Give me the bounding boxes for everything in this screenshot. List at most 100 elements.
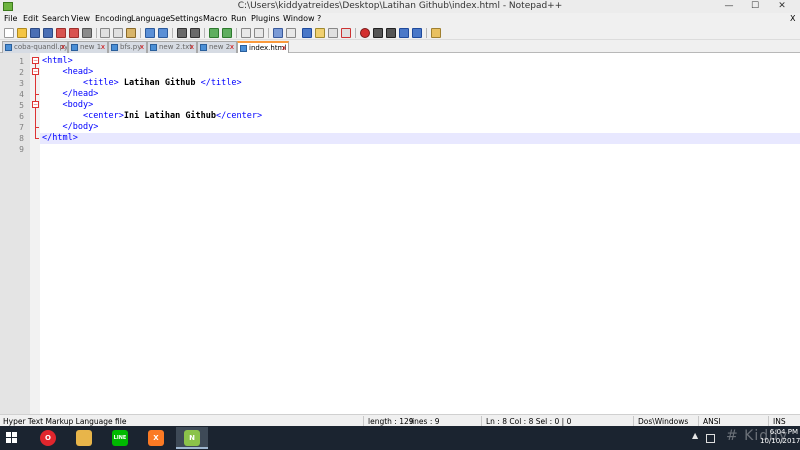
indent-guide-icon[interactable]	[302, 28, 312, 38]
status-separator	[698, 416, 699, 426]
zoom-in-icon[interactable]	[209, 28, 219, 38]
function-list-icon[interactable]	[341, 28, 351, 38]
menu-help[interactable]: ?	[317, 14, 321, 23]
tab-coba-quandl[interactable]: coba-quandl.py x	[2, 41, 68, 53]
redo-icon[interactable]	[158, 28, 168, 38]
fold-toggle-head[interactable]: −	[32, 68, 39, 75]
taskbar-notepad-plus-plus[interactable]: N	[176, 427, 208, 449]
status-eol[interactable]: Dos\Windows	[638, 417, 688, 426]
menu-view[interactable]: View	[71, 14, 90, 23]
line-number: 8	[19, 134, 24, 143]
tab-index-html[interactable]: index.html x	[237, 41, 289, 53]
xampp-icon: X	[148, 430, 164, 446]
save-icon[interactable]	[30, 28, 40, 38]
title-bar: C:\Users\kiddyatreides\Desktop\Latihan G…	[0, 0, 800, 13]
tab-new-2-txt[interactable]: new 2.txt x	[147, 41, 197, 53]
toolbar-separator	[96, 28, 97, 38]
taskbar-xampp[interactable]: X	[140, 427, 172, 449]
network-icon[interactable]	[706, 434, 715, 443]
play-macro-icon[interactable]	[386, 28, 396, 38]
menu-encoding[interactable]: Encoding	[95, 14, 132, 23]
status-separator	[481, 416, 482, 426]
status-insert-mode[interactable]: INS	[773, 417, 786, 426]
file-icon	[111, 44, 118, 51]
taskbar-opera[interactable]: O	[32, 427, 64, 449]
tab-close-icon[interactable]: x	[282, 43, 286, 53]
print-icon[interactable]	[82, 28, 92, 38]
document-map-icon[interactable]	[328, 28, 338, 38]
folder-as-workspace-icon[interactable]	[315, 28, 325, 38]
tab-label: new 2	[209, 43, 231, 51]
tab-close-icon[interactable]: x	[61, 42, 65, 52]
tab-close-icon[interactable]: x	[230, 42, 234, 52]
code-line: <head>	[42, 67, 93, 77]
code-editor[interactable]: 1 2 3 4 5 6 7 8 9 − − − <html> <head> <t…	[0, 53, 800, 414]
close-document-button[interactable]: X	[790, 14, 795, 23]
tray-expand-icon[interactable]: ▲	[692, 431, 698, 440]
plugin-icon[interactable]	[431, 28, 441, 38]
menu-macro[interactable]: Macro	[203, 14, 227, 23]
tab-close-icon[interactable]: x	[101, 42, 105, 52]
run-macro-multiple-icon[interactable]	[399, 28, 409, 38]
tab-label: index.html	[249, 44, 287, 52]
toolbar-separator	[355, 28, 356, 38]
minimize-button[interactable]: —	[717, 0, 741, 13]
tab-new-1[interactable]: new 1 x	[68, 41, 108, 53]
status-file-type: Hyper Text Markup Language file	[3, 417, 127, 426]
maximize-button[interactable]: ☐	[743, 0, 767, 13]
taskbar-file-explorer[interactable]	[68, 427, 100, 449]
tab-close-icon[interactable]: x	[140, 42, 144, 52]
zoom-out-icon[interactable]	[222, 28, 232, 38]
line-number: 1	[19, 57, 24, 66]
code-line: <html>	[42, 56, 73, 66]
close-file-icon[interactable]	[56, 28, 66, 38]
current-line-highlight	[40, 133, 800, 144]
stop-macro-icon[interactable]	[373, 28, 383, 38]
paste-icon[interactable]	[126, 28, 136, 38]
fold-end-marker	[35, 94, 39, 95]
sync-vertical-icon[interactable]	[241, 28, 251, 38]
tab-new-2[interactable]: new 2 x	[197, 41, 237, 53]
menu-search[interactable]: Search	[42, 14, 69, 23]
sync-horizontal-icon[interactable]	[254, 28, 264, 38]
save-macro-icon[interactable]	[412, 28, 422, 38]
line-number: 4	[19, 90, 24, 99]
fold-toggle-html[interactable]: −	[32, 57, 39, 64]
record-macro-icon[interactable]	[360, 28, 370, 38]
replace-icon[interactable]	[190, 28, 200, 38]
status-lines: lines : 9	[410, 417, 440, 426]
fold-toggle-body[interactable]: −	[32, 101, 39, 108]
undo-icon[interactable]	[145, 28, 155, 38]
code-line: <title> Latihan Github </title>	[42, 78, 242, 88]
line-number: 7	[19, 123, 24, 132]
show-all-chars-icon[interactable]	[286, 28, 296, 38]
taskbar: O LINE X N ▲ 6:04 PM 10/10/2017	[0, 426, 800, 450]
html-tag: </head>	[62, 89, 99, 99]
windows-start-icon[interactable]	[6, 432, 18, 444]
copy-icon[interactable]	[113, 28, 123, 38]
close-button[interactable]: ✕	[770, 0, 794, 13]
status-length: length : 129	[368, 417, 414, 426]
find-icon[interactable]	[177, 28, 187, 38]
new-file-icon[interactable]	[4, 28, 14, 38]
menu-settings[interactable]: Settings	[170, 14, 203, 23]
taskbar-line[interactable]: LINE	[104, 427, 136, 449]
menu-plugins[interactable]: Plugins	[251, 14, 280, 23]
code-line: </html>	[42, 133, 78, 143]
menu-edit[interactable]: Edit	[23, 14, 39, 23]
html-tag: <title>	[82, 78, 119, 88]
menu-language[interactable]: Language	[131, 14, 170, 23]
word-wrap-icon[interactable]	[273, 28, 283, 38]
file-icon	[71, 44, 78, 51]
watermark-text: # Kiddy	[726, 428, 789, 444]
tab-close-icon[interactable]: x	[190, 42, 194, 52]
menu-run[interactable]: Run	[231, 14, 246, 23]
menu-window[interactable]: Window	[283, 14, 315, 23]
cut-icon[interactable]	[100, 28, 110, 38]
status-encoding[interactable]: ANSI	[703, 417, 721, 426]
open-file-icon[interactable]	[17, 28, 27, 38]
save-all-icon[interactable]	[43, 28, 53, 38]
close-all-icon[interactable]	[69, 28, 79, 38]
menu-file[interactable]: File	[4, 14, 17, 23]
tab-bfs[interactable]: bfs.py x	[108, 41, 147, 53]
